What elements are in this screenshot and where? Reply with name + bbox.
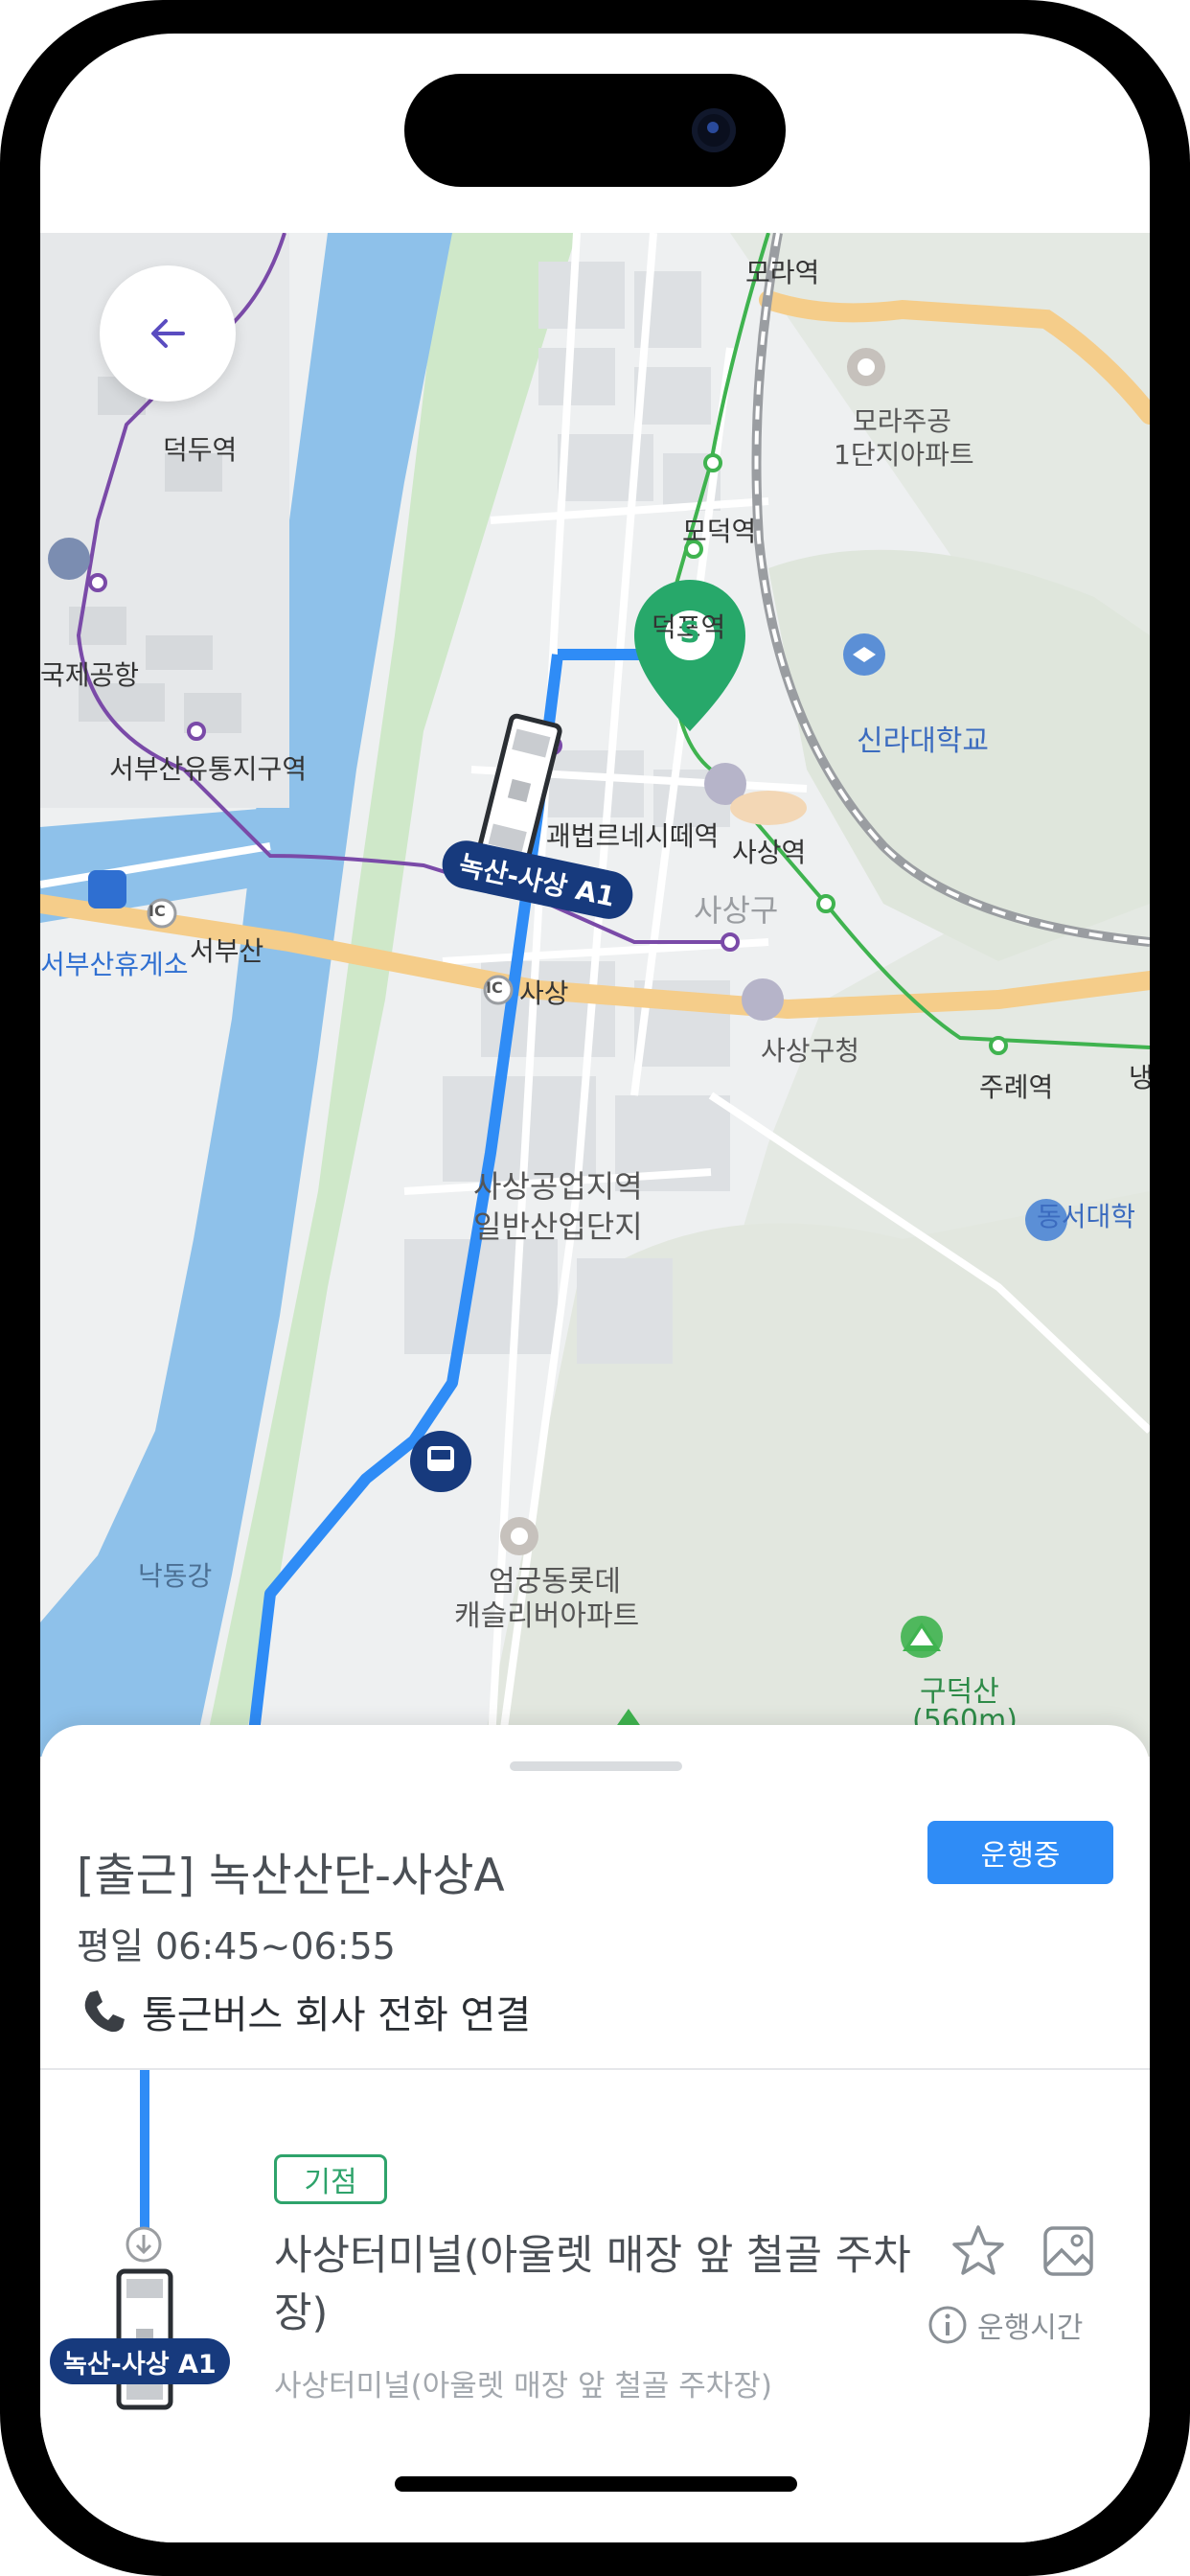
map-view[interactable]: 모라역 모라주공 1단지아파트 덕두역 모덕역 국제공항 덕포역 신라대학교 서… [40,233,1150,1757]
map-label-industrial-2: 일반산업단지 [473,1208,643,1245]
schedule-text: 평일 06:45~06:55 [77,1925,396,1967]
stop-subtitle: 사상터미널(아울렛 매장 앞 철골 주차장) [274,2369,772,2404]
side-button-left-bottom [0,901,8,1092]
map-label-sasang-ic: 사상 [519,978,569,1009]
phone-icon [84,1990,125,2033]
favorite-star-icon[interactable] [949,2221,1008,2281]
side-button-right [1182,805,1190,1112]
route-timeline-line [140,2070,149,2229]
map-label-seobusan-rest: 서부산휴게소 [40,949,189,980]
bottom-sheet: [출근] 녹산산단-사상A 운행중 평일 06:45~06:55 통근버스 회사… [40,1725,1150,2542]
map-label-sasang-gu: 사상구 [694,892,779,929]
divider [40,2068,1150,2070]
side-button-left-mid [0,661,8,853]
map-label-modeok: 모덕역 [682,516,757,547]
map-label-nang: 냉 [1129,1062,1150,1093]
operating-hours-label: 운행시간 [977,2312,1084,2345]
map-label-airport: 국제공항 [40,659,140,691]
photo-icon[interactable] [1039,2221,1098,2281]
route-title: [출근] 녹산산단-사상A [77,1850,505,1902]
map-label-jurye: 주례역 [979,1071,1054,1103]
map-label-sasang-station: 사상역 [732,837,807,868]
call-label: 통근버스 회사 전화 연결 [142,1993,532,2037]
stop-bus-label: 녹산-사상 A1 [50,2338,230,2384]
map-label-ic-sasang: IC [486,978,503,997]
map-label-mora: 모라역 [745,257,820,288]
map-label-dongseo: 동서대학 [1037,1201,1136,1232]
map-label-nakdong: 낙동강 [138,1560,213,1592]
map-label-morajugong-2: 1단지아파트 [834,439,974,471]
map-label-silla: 신라대학교 [857,724,989,758]
back-button[interactable] [100,265,236,402]
screen: 모라역 모라주공 1단지아파트 덕두역 모덕역 국제공항 덕포역 신라대학교 서… [40,34,1150,2542]
camera-icon [692,108,736,152]
arrow-left-icon [151,319,185,348]
home-indicator[interactable] [395,2476,797,2492]
sheet-grabber[interactable] [510,1761,682,1771]
chevron-down-circle-icon [126,2226,162,2263]
stop-name[interactable]: 사상터미널(아울렛 매장 앞 철골 주차장) [274,2227,926,2342]
status-badge: 운행중 [927,1821,1113,1884]
map-label-ic-seobusan: IC [149,902,166,920]
map-label-morajugong: 모라주공 [853,405,952,437]
origin-tag: 기점 [274,2154,387,2204]
start-pin-label: S [679,616,700,650]
info-icon [928,2306,967,2344]
dynamic-island [404,74,786,187]
map-label-industrial-1: 사상공업지역 [473,1168,643,1205]
map-label-seobusan-ic: 서부산 [190,935,264,967]
map-label-eomgung-2: 캐슬리버아파트 [454,1599,640,1633]
map-label-sasang-office: 사상구청 [761,1035,860,1067]
map-label-gwaebeop: 괘법르네시떼역 [546,820,720,852]
operating-hours-button[interactable]: 운행시간 [927,2304,1083,2346]
call-company-button[interactable]: 통근버스 회사 전화 연결 [77,1984,531,2039]
map-label-seobusan-yutong: 서부산유통지구역 [109,753,308,785]
side-button-left-top [0,479,8,575]
map-label-deokdu: 덕두역 [163,434,238,466]
